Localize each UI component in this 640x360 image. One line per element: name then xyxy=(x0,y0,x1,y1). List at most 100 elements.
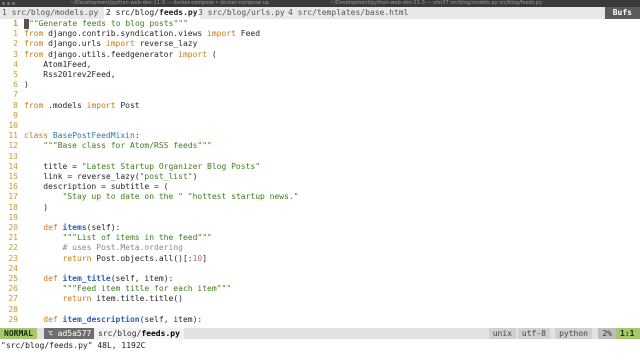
tab-prefix: src/blog/ xyxy=(115,8,160,17)
tab-urls[interactable]: 3 src/blog/urls.py xyxy=(196,7,287,19)
line-number: 23 xyxy=(8,253,18,263)
code-line[interactable]: 1 from django.contrib.syndication.views i… xyxy=(0,29,640,39)
line-code: return Post.objects.all()[:10] xyxy=(62,253,208,263)
line-number: 1 xyxy=(13,19,18,28)
line-number: 2 xyxy=(13,39,18,49)
code-line[interactable]: 28 xyxy=(0,305,640,315)
minimize-dot-icon[interactable] xyxy=(7,2,10,5)
line-code: def item_description(self, item): xyxy=(43,314,203,324)
line-number: 14 xyxy=(8,161,18,171)
window-controls[interactable] xyxy=(2,2,15,5)
bufs-indicator[interactable]: Bufs xyxy=(604,7,640,19)
line-number: 13 xyxy=(8,151,18,161)
tab-label: feeds.py xyxy=(159,8,198,17)
file-type: python xyxy=(555,328,592,339)
line-code: ) xyxy=(24,202,49,212)
line-number: 11 xyxy=(8,131,18,141)
line-code: return item.title.title() xyxy=(62,294,183,304)
line-number: 24 xyxy=(8,263,18,273)
line-code: title = "Latest Startup Organizer Blog P… xyxy=(24,161,261,171)
code-line[interactable]: 4 Atom1Feed, xyxy=(0,60,640,70)
code-line[interactable]: 19 xyxy=(0,213,640,223)
file-encoding: utf-8 xyxy=(517,328,550,339)
code-line[interactable]: 23 return Post.objects.all()[:10] xyxy=(0,254,640,264)
cursor-position: 1:1 xyxy=(616,328,640,339)
status-line: NORMAL ⌥ ad5a577 src/blog/feeds.py unix … xyxy=(0,328,640,339)
line-number: 3 xyxy=(13,49,18,59)
code-line[interactable]: 26 """Feed item title for each item""" xyxy=(0,284,640,294)
code-line[interactable]: 11 class BasePostFeedMixin: xyxy=(0,131,640,141)
code-line[interactable]: 8 from .models import Post xyxy=(0,101,640,111)
line-number: 15 xyxy=(8,172,18,181)
line-number: 16 xyxy=(8,182,18,192)
code-line[interactable]: 1 ""Generate feeds to blog posts""" xyxy=(0,19,640,29)
code-line[interactable]: 13 xyxy=(0,152,640,162)
status-filename: src/blog/feeds.py xyxy=(94,328,184,339)
line-number: 6 xyxy=(13,80,18,90)
tab-number: 3 xyxy=(198,8,203,17)
line-number: 21 xyxy=(8,233,18,243)
line-code: def items(self): xyxy=(43,223,121,232)
terminal-tab-title-1[interactable]: ~/Development/python-web-dev-11-3 — dock… xyxy=(70,0,269,7)
scroll-percent: 2% xyxy=(598,328,616,339)
code-line[interactable]: 2 from django.urls import reverse_lazy xyxy=(0,39,640,49)
line-number: 7 xyxy=(13,90,18,100)
line-code: ""Generate feeds to blog posts""" xyxy=(24,19,188,29)
line-code: from django.contrib.syndication.views im… xyxy=(24,29,261,39)
line-code: link = reverse_lazy("post_list") xyxy=(24,172,198,181)
code-line[interactable]: 16 description = subtitle = ( xyxy=(0,182,640,192)
line-number: 5 xyxy=(13,70,18,79)
git-branch: ⌥ ad5a577 xyxy=(44,328,96,339)
code-line[interactable]: 9 xyxy=(0,111,640,121)
line-code: """Feed item title for each item""" xyxy=(62,284,232,294)
line-number: 9 xyxy=(13,110,18,120)
line-code: "Stay up to date on the " "hottest start… xyxy=(62,192,299,202)
code-line[interactable]: 27 return item.title.title() xyxy=(0,294,640,304)
code-line[interactable]: 17 "Stay up to date on the " "hottest st… xyxy=(0,192,640,202)
code-line[interactable]: 5 Rss201rev2Feed, xyxy=(0,70,640,80)
code-line[interactable]: 24 xyxy=(0,264,640,274)
tab-base-html[interactable]: 4 src/templates/base.html xyxy=(286,7,410,19)
terminal-tab-title-2[interactable]: ~/Development/python-web-dev-11-3 — vim3… xyxy=(330,0,542,7)
code-line[interactable]: 6) xyxy=(0,80,640,90)
line-code: class BasePostFeedMixin: xyxy=(24,131,140,141)
line-number: 26 xyxy=(8,284,18,294)
code-line[interactable]: 15 link = reverse_lazy("post_list") xyxy=(0,172,640,182)
command-line[interactable]: "src/blog/feeds.py" 48L, 1192C xyxy=(0,340,640,352)
tab-models[interactable]: 1 src/blog/models.py xyxy=(0,7,100,19)
branch-hash: ad5a577 xyxy=(57,329,92,338)
line-code: """Base class for Atom/RSS feeds""" xyxy=(43,141,212,151)
code-line[interactable]: 25 def item_title(self, item): xyxy=(0,274,640,284)
line-number: 10 xyxy=(8,121,18,130)
code-line[interactable]: 7 xyxy=(0,90,640,100)
close-dot-icon[interactable] xyxy=(2,2,5,5)
tab-number: 2 xyxy=(106,8,111,17)
line-number: 20 xyxy=(8,223,18,232)
zoom-dot-icon[interactable] xyxy=(12,2,15,5)
vim-tabline: 1 src/blog/models.py 2 src/blog/feeds.py… xyxy=(0,7,640,19)
code-line[interactable]: 22 # uses Post.Meta.ordering xyxy=(0,243,640,253)
line-number: 18 xyxy=(8,202,18,212)
line-code: Atom1Feed, xyxy=(24,59,92,69)
file-prefix: src/blog/ xyxy=(98,329,142,338)
code-line[interactable]: 21 """List of items in the feed""" xyxy=(0,233,640,243)
line-number: 29 xyxy=(8,314,18,324)
line-code: from .models import Post xyxy=(24,100,140,110)
line-number: 1 xyxy=(13,29,18,39)
code-line[interactable]: 12 """Base class for Atom/RSS feeds""" xyxy=(0,141,640,151)
file-format: unix xyxy=(488,328,516,339)
code-line[interactable]: 14 title = "Latest Startup Organizer Blo… xyxy=(0,162,640,172)
editor-buffer[interactable]: 1 ""Generate feeds to blog posts""" 1 from … xyxy=(0,19,640,327)
line-code: ) xyxy=(24,80,29,90)
code-line[interactable]: 20 def items(self): xyxy=(0,223,640,233)
code-line[interactable]: 10 xyxy=(0,121,640,131)
code-line[interactable]: 3 from django.utils.feedgenerator import … xyxy=(0,50,640,60)
line-number: 4 xyxy=(13,59,18,69)
line-number: 27 xyxy=(8,294,18,304)
code-line[interactable]: 29 def item_description(self, item): xyxy=(0,315,640,325)
mode-indicator: NORMAL xyxy=(0,328,37,339)
tab-feeds[interactable]: 2 src/blog/feeds.py xyxy=(104,7,200,19)
code-line[interactable]: 18 ) xyxy=(0,203,640,213)
line-number: 12 xyxy=(8,141,18,151)
terminal-title-bar: ~/Development/python-web-dev-11-3 — dock… xyxy=(0,0,640,7)
